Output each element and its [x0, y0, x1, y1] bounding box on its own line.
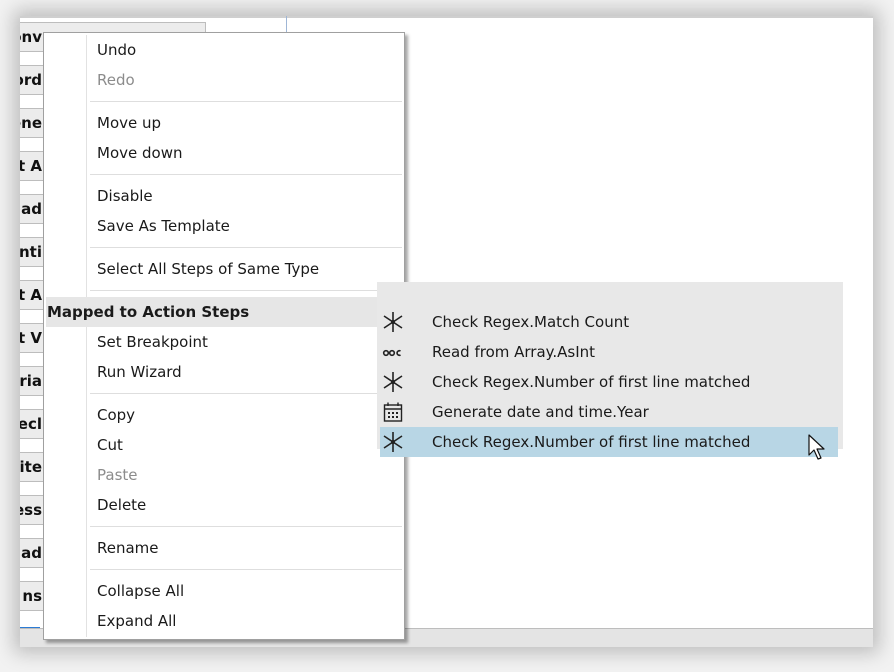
menu-item-label: Paste	[97, 466, 138, 484]
menu-item-label: Move down	[97, 144, 183, 162]
submenu-item-label: Check Regex.Match Count	[432, 313, 630, 331]
menu-separator	[90, 247, 402, 248]
menu-separator	[90, 101, 402, 102]
menu-item-label: Undo	[97, 41, 137, 59]
step-list-item-label: ecl	[20, 415, 42, 433]
menu-item-label: Cut	[97, 436, 123, 454]
menu-separator	[90, 174, 402, 175]
submenu-item-label: Read from Array.AsInt	[432, 343, 596, 361]
menu-item-disable[interactable]: Disable	[44, 181, 404, 211]
step-list-item-label: ess	[20, 501, 42, 519]
menu-item-label: Save As Template	[97, 217, 230, 235]
menu-item-move-down[interactable]: Move down	[44, 138, 404, 168]
submenu-item-label: Check Regex.Number of first line matched	[432, 433, 751, 451]
asterisk-icon	[382, 371, 404, 393]
step-list-item-label: nti	[20, 243, 42, 261]
menu-item-redo[interactable]: Redo	[44, 65, 404, 95]
menu-item-label: Select All Steps of Same Type	[97, 260, 320, 278]
submenu-item-label: Generate date and time.Year	[432, 403, 649, 421]
menu-item-cut[interactable]: Cut	[44, 430, 404, 460]
menu-item-label: Collapse All	[97, 582, 185, 600]
menu-item-move-up[interactable]: Move up	[44, 108, 404, 138]
step-list-item-label: ene	[20, 114, 42, 132]
menu-item-undo[interactable]: Undo	[44, 35, 404, 65]
step-list-item-label: ria	[20, 372, 42, 390]
step-list-item-label: t V	[20, 329, 42, 347]
menu-item-run-wizard[interactable]: Run Wizard	[44, 357, 404, 387]
submenu-item[interactable]: Read from Array.AsInt	[380, 337, 838, 367]
menu-separator	[90, 393, 402, 394]
menu-item-label: Move up	[97, 114, 162, 132]
step-list-item-label: ad	[21, 544, 42, 562]
menu-item-label: Run Wizard	[97, 363, 182, 381]
mapped-action-steps-submenu: Check Regex.Match Count Read from Array.A…	[377, 282, 843, 457]
menu-item-set-breakpoint[interactable]: Set Breakpoint	[44, 327, 404, 357]
menu-item-mapped-to-action-steps[interactable]: Mapped to Action Steps›	[46, 297, 402, 327]
step-list-item-label: ns	[22, 587, 42, 605]
submenu-item[interactable]: Check Regex.Number of first line matched	[380, 367, 838, 397]
submenu-item[interactable]: Check Regex.Number of first line matched	[380, 427, 838, 457]
mouse-cursor-icon	[808, 434, 825, 460]
menu-item-label: Redo	[97, 71, 135, 89]
submenu-item[interactable]: Check Regex.Match Count	[380, 307, 838, 337]
context-menu: Undo Redo Move up Move down Disable Save As T…	[43, 32, 405, 640]
calendar-icon	[382, 401, 404, 423]
menu-item-label: Rename	[97, 539, 159, 557]
step-list-item-label: ad	[21, 200, 42, 218]
menu-item-select-all-steps-of-same-type[interactable]: Select All Steps of Same Type	[44, 254, 404, 284]
step-list-item-label: ord	[20, 71, 42, 89]
menu-item-label: Disable	[97, 187, 153, 205]
menu-item-expand-all[interactable]: Expand All	[44, 606, 404, 636]
menu-item-copy[interactable]: Copy	[44, 400, 404, 430]
array-icon	[382, 341, 404, 363]
menu-item-label: Expand All	[97, 612, 177, 630]
step-list-item-label: onv	[20, 28, 42, 46]
asterisk-icon	[382, 431, 404, 453]
menu-item-rename[interactable]: Rename	[44, 533, 404, 563]
menu-item-label: Copy	[97, 406, 136, 424]
step-list-item-label: t A	[20, 286, 42, 304]
menu-separator	[90, 569, 402, 570]
step-list-item-label: rite	[20, 458, 42, 476]
menu-item-label: Mapped to Action Steps	[47, 303, 250, 321]
menu-separator	[90, 526, 402, 527]
submenu-item-label: Check Regex.Number of first line matched	[432, 373, 751, 391]
menu-item-label: Set Breakpoint	[97, 333, 208, 351]
asterisk-icon	[382, 311, 404, 333]
step-list-item-label: t A	[20, 157, 42, 175]
menu-separator	[90, 290, 402, 291]
menu-item-delete[interactable]: Delete	[44, 490, 404, 520]
menu-item-collapse-all[interactable]: Collapse All	[44, 576, 404, 606]
menu-item-label: Delete	[97, 496, 147, 514]
menu-item-save-as-template[interactable]: Save As Template	[44, 211, 404, 241]
menu-item-paste[interactable]: Paste	[44, 460, 404, 490]
submenu-item[interactable]: Generate date and time.Year	[380, 397, 838, 427]
